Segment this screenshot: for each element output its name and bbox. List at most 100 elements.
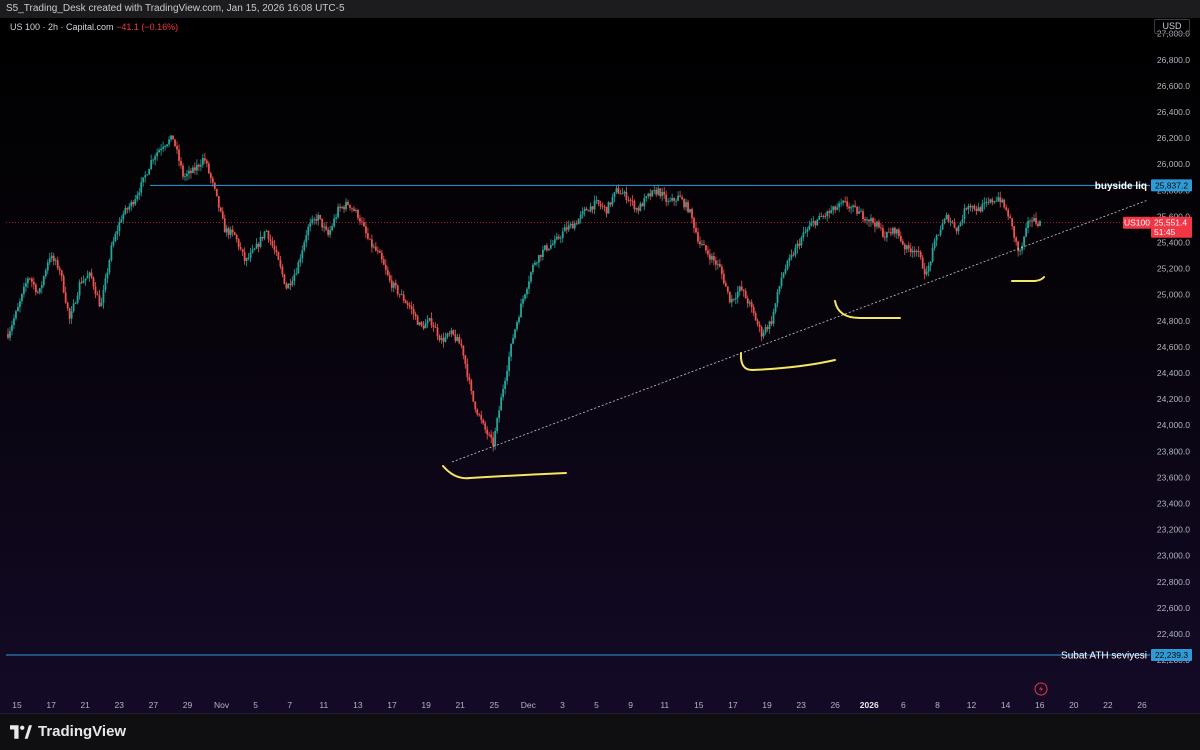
currency-button[interactable]: USD bbox=[1154, 19, 1190, 34]
candle bbox=[64, 286, 67, 304]
candle bbox=[577, 218, 580, 225]
candle bbox=[138, 188, 141, 200]
candle bbox=[402, 290, 405, 304]
candle bbox=[434, 322, 437, 328]
candle bbox=[482, 418, 485, 425]
candle bbox=[834, 205, 837, 214]
candle bbox=[146, 173, 149, 176]
candle bbox=[48, 252, 51, 266]
candle bbox=[311, 215, 314, 225]
candle bbox=[657, 184, 660, 197]
candle bbox=[1027, 216, 1029, 234]
candle bbox=[651, 190, 654, 198]
candle bbox=[953, 218, 956, 229]
candle bbox=[60, 269, 63, 281]
candle bbox=[496, 417, 499, 434]
candle bbox=[120, 215, 123, 223]
candle bbox=[283, 274, 286, 285]
candle bbox=[762, 329, 765, 339]
candle bbox=[178, 144, 180, 167]
candle bbox=[215, 188, 218, 197]
candle bbox=[844, 196, 847, 203]
candle bbox=[301, 245, 304, 264]
candle bbox=[273, 240, 276, 255]
candle bbox=[396, 284, 399, 297]
candle bbox=[977, 202, 980, 212]
candle bbox=[840, 198, 843, 207]
candle bbox=[1009, 214, 1012, 219]
candle bbox=[967, 203, 970, 215]
candle bbox=[850, 205, 852, 214]
price-chart[interactable]: 27,000.026,800.026,600.026,400.026,200.0… bbox=[0, 0, 1200, 713]
candle bbox=[705, 244, 707, 254]
candle bbox=[597, 199, 600, 206]
lightning-icon[interactable] bbox=[1034, 682, 1048, 696]
candle bbox=[961, 214, 964, 226]
candle bbox=[291, 276, 294, 287]
candle bbox=[38, 287, 41, 295]
candle bbox=[677, 191, 680, 202]
x-tick-label: 5 bbox=[253, 700, 258, 710]
candle bbox=[1031, 216, 1033, 228]
candle bbox=[34, 282, 37, 296]
candle bbox=[1021, 242, 1024, 255]
candle bbox=[858, 205, 860, 214]
x-tick-label: 5 bbox=[594, 700, 599, 710]
candle bbox=[758, 321, 761, 333]
candle bbox=[410, 301, 413, 315]
candle bbox=[436, 323, 439, 341]
candle bbox=[667, 198, 670, 206]
tradingview-brand[interactable]: TradingView bbox=[10, 723, 126, 740]
candle bbox=[86, 270, 89, 279]
candle bbox=[810, 218, 813, 227]
candle bbox=[170, 135, 172, 142]
candle bbox=[611, 193, 614, 208]
candle bbox=[490, 430, 493, 444]
candle bbox=[714, 256, 717, 271]
x-tick-label: 17 bbox=[728, 700, 738, 710]
candle bbox=[190, 167, 192, 179]
candle bbox=[806, 227, 809, 238]
x-tick-label: 13 bbox=[353, 700, 363, 710]
candle bbox=[116, 225, 119, 240]
candle bbox=[697, 227, 699, 244]
candle bbox=[251, 244, 254, 254]
candle bbox=[937, 234, 940, 236]
candle bbox=[382, 255, 385, 266]
candle bbox=[595, 195, 598, 204]
candle bbox=[46, 259, 49, 275]
candle bbox=[532, 263, 534, 275]
candle bbox=[746, 295, 749, 308]
candle bbox=[983, 197, 986, 210]
ascending-trendline[interactable] bbox=[451, 199, 1149, 463]
candle bbox=[870, 213, 872, 227]
candle bbox=[319, 214, 322, 221]
candle bbox=[583, 206, 586, 217]
candle bbox=[462, 345, 465, 360]
x-tick-label: 3 bbox=[560, 700, 565, 710]
candle bbox=[199, 159, 202, 172]
candle bbox=[162, 141, 164, 152]
candle bbox=[508, 351, 510, 377]
candle bbox=[231, 225, 234, 237]
swing-low-marker-3 bbox=[834, 300, 901, 319]
y-tick-label: 22,600.0 bbox=[1157, 603, 1190, 613]
candle bbox=[74, 301, 77, 304]
candle bbox=[540, 254, 542, 262]
candle bbox=[526, 287, 528, 299]
x-tick-label: 14 bbox=[1001, 700, 1011, 710]
candle bbox=[543, 245, 546, 252]
candle bbox=[28, 277, 31, 281]
candle bbox=[814, 220, 817, 229]
candle bbox=[279, 256, 282, 270]
candle bbox=[1015, 236, 1018, 246]
candle bbox=[899, 231, 902, 243]
candle bbox=[438, 334, 441, 343]
candle bbox=[287, 283, 290, 289]
candle bbox=[219, 206, 222, 213]
candle bbox=[718, 259, 721, 268]
candle bbox=[573, 220, 576, 231]
candle bbox=[925, 266, 928, 277]
candle bbox=[547, 248, 550, 252]
candle bbox=[541, 245, 544, 261]
